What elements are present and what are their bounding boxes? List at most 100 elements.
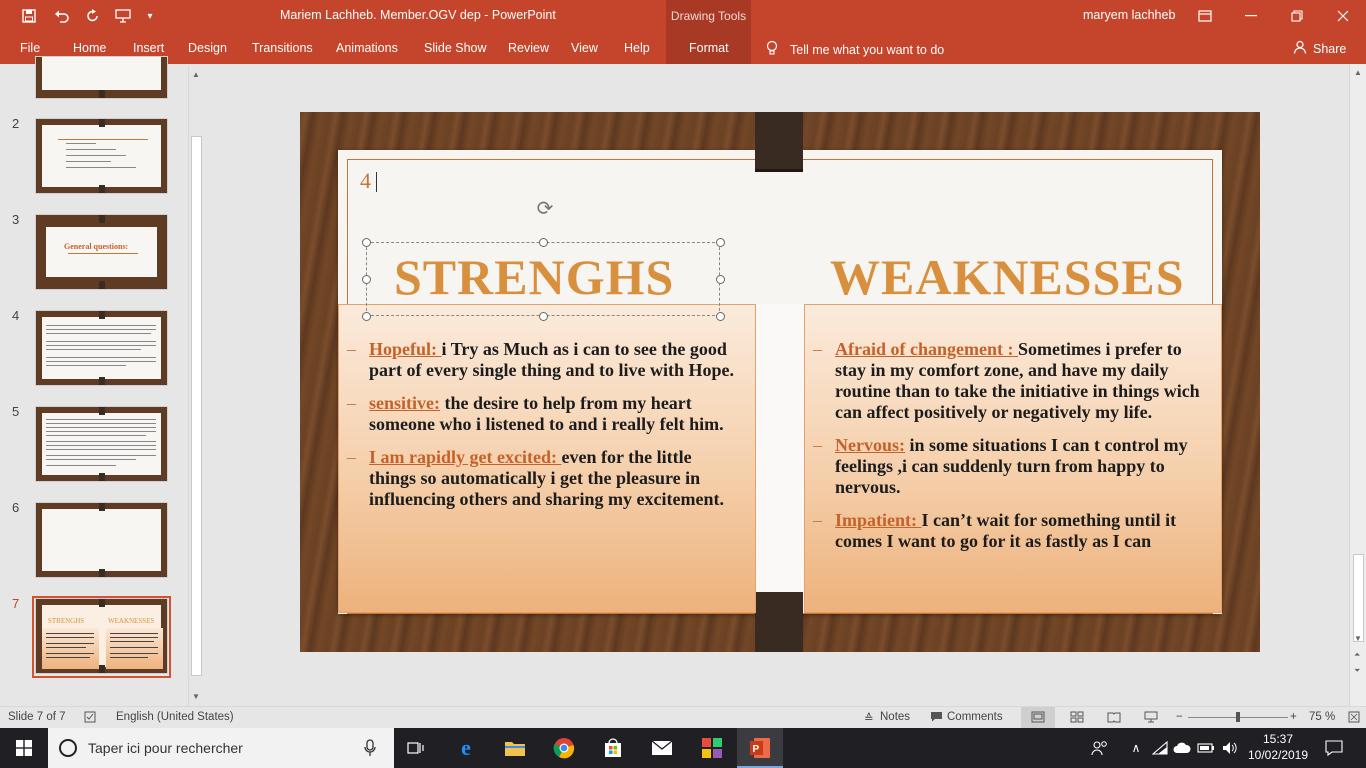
tab-home[interactable]: Home — [73, 41, 106, 55]
action-center-icon[interactable] — [1320, 734, 1348, 762]
thumbnail-scrollbar-thumb[interactable] — [191, 136, 202, 676]
slide-number[interactable]: 4 — [360, 168, 371, 194]
windows-start-icon[interactable] — [0, 728, 48, 768]
notes-icon[interactable]: ≙ — [864, 711, 874, 725]
center-divider — [756, 304, 804, 592]
volume-icon[interactable] — [1216, 734, 1244, 762]
comments-button[interactable]: Comments — [947, 711, 1003, 723]
thumbnail-slide-2[interactable] — [35, 118, 168, 194]
internet-explorer-icon[interactable]: e — [452, 734, 480, 762]
weaknesses-content-box[interactable]: – Afraid of changement : Sometimes i pref… — [804, 304, 1222, 613]
share-button[interactable]: Share — [1293, 40, 1346, 57]
tab-help[interactable]: Help — [624, 41, 650, 55]
file-explorer-icon[interactable] — [501, 734, 529, 762]
drawing-tools-label: Drawing Tools — [666, 0, 751, 32]
list-item: – Hopeful: i Try as Much as i can to see … — [347, 339, 734, 380]
thumbnail-slide-4[interactable] — [35, 310, 168, 386]
strengths-heading[interactable]: STRENGHS — [394, 248, 674, 306]
notes-button[interactable]: Notes — [880, 711, 910, 723]
zoom-level[interactable]: 75 % — [1309, 711, 1335, 723]
spell-check-icon[interactable] — [84, 711, 98, 726]
office-app-icon[interactable] — [698, 734, 726, 762]
tab-format[interactable]: Format — [689, 41, 729, 55]
thumbnail-scrollbar[interactable]: ▲ ▼ — [188, 66, 204, 706]
system-clock[interactable]: 15:37 10/02/2019 — [1246, 731, 1310, 763]
strengths-content-box[interactable]: – Hopeful: i Try as Much as i can to see … — [338, 304, 756, 613]
slide-canvas[interactable]: 4 STRENGHS WEAKNESSES – Hopeful: i Try as… — [300, 112, 1260, 652]
taskbar-search-box[interactable]: Taper ici pour rechercher — [48, 728, 394, 768]
tell-me-text: Tell me what you want to do — [790, 42, 945, 57]
zoom-out-icon[interactable]: − — [1176, 711, 1183, 723]
scroll-down-icon[interactable]: ▼ — [192, 692, 200, 701]
save-icon[interactable] — [18, 6, 40, 26]
user-name[interactable]: maryem lachheb — [1083, 8, 1175, 22]
tab-animations[interactable]: Animations — [336, 41, 398, 55]
normal-view-icon[interactable] — [1031, 711, 1045, 726]
status-bar: Slide 7 of 7 English (United States) ≙ N… — [0, 706, 1366, 728]
list-item: – sensitive: the desire to help from my h… — [347, 393, 724, 434]
reading-view-icon[interactable] — [1107, 711, 1121, 726]
powerpoint-window: ▾ Mariem Lachheb. Member.OGV dep - Power… — [0, 0, 1366, 768]
previous-slide-icon[interactable]: ⏶ — [1354, 650, 1360, 660]
scroll-up-icon[interactable]: ▲ — [192, 70, 200, 79]
weaknesses-heading[interactable]: WEAKNESSES — [830, 248, 1185, 306]
customize-qat-icon[interactable]: ▾ — [142, 6, 158, 26]
windows-taskbar: Taper ici pour rechercher e P ∧ 15:37 10… — [0, 728, 1366, 768]
mail-icon[interactable] — [648, 734, 676, 762]
tab-view[interactable]: View — [571, 41, 598, 55]
fit-slide-icon[interactable] — [1348, 711, 1360, 726]
clock-time: 15:37 — [1262, 732, 1294, 746]
tab-file[interactable]: File — [20, 41, 40, 55]
store-icon[interactable] — [599, 734, 627, 762]
thumbnail-slide-3[interactable]: General questions: — [35, 214, 168, 290]
scroll-down-icon[interactable]: ▼ — [1354, 634, 1362, 643]
svg-text:P: P — [753, 744, 760, 755]
lightbulb-icon — [766, 40, 778, 59]
tab-insert[interactable]: Insert — [133, 41, 164, 55]
clock-date: 10/02/2019 — [1247, 748, 1309, 762]
restore-icon[interactable] — [1274, 0, 1320, 32]
share-label: Share — [1313, 41, 1347, 56]
slide-counter: Slide 7 of 7 — [8, 711, 66, 723]
redo-icon[interactable] — [84, 6, 102, 26]
zoom-slider[interactable] — [1188, 712, 1288, 722]
tab-design[interactable]: Design — [188, 41, 227, 55]
thumbnail-number-selected: 7 — [12, 596, 20, 611]
close-icon[interactable] — [1320, 0, 1366, 32]
slide-scrollbar[interactable]: ▲ ▼ ⏶ ⏷ — [1349, 64, 1366, 706]
minimize-icon[interactable] — [1228, 0, 1274, 32]
tell-me-box[interactable]: Tell me what you want to do — [766, 40, 944, 59]
thumbnail-number: 5 — [12, 404, 20, 419]
powerpoint-taskbar-icon[interactable]: P — [746, 734, 774, 762]
chrome-icon[interactable] — [550, 734, 578, 762]
slide-show-icon[interactable] — [1144, 711, 1158, 726]
title-bar: ▾ Mariem Lachheb. Member.OGV dep - Power… — [0, 0, 1366, 32]
comments-icon[interactable] — [930, 711, 943, 725]
thumbnail-slide-5[interactable] — [35, 406, 168, 482]
present-from-start-icon[interactable] — [112, 6, 134, 26]
people-icon[interactable] — [1086, 734, 1114, 762]
rotate-handle-icon[interactable]: ⟳ — [534, 198, 556, 220]
slide-sorter-icon[interactable] — [1070, 711, 1084, 726]
ribbon-display-options-icon[interactable] — [1182, 0, 1228, 32]
weaknesses-list: – Afraid of changement : Sometimes i pref… — [813, 339, 1213, 564]
next-slide-icon[interactable]: ⏷ — [1354, 666, 1360, 676]
task-view-icon[interactable] — [402, 734, 430, 762]
zoom-slider-knob[interactable] — [1236, 712, 1240, 722]
tab-review[interactable]: Review — [508, 41, 549, 55]
thumbnail-title: General questions: — [64, 242, 129, 251]
slide-scrollbar-thumb[interactable] — [1353, 554, 1364, 642]
thumbnail-number: 4 — [12, 308, 20, 323]
thumbnail-slide-1[interactable] — [35, 56, 168, 99]
thumbnail-number: 2 — [12, 116, 20, 131]
undo-icon[interactable] — [48, 6, 76, 26]
language-indicator[interactable]: English (United States) — [116, 711, 234, 723]
zoom-in-icon[interactable]: + — [1290, 711, 1297, 723]
tab-slide-show[interactable]: Slide Show — [424, 41, 487, 55]
microphone-icon[interactable] — [364, 739, 376, 760]
tab-transitions[interactable]: Transitions — [252, 41, 313, 55]
strengths-list: – Hopeful: i Try as Much as i can to see … — [347, 339, 741, 522]
search-placeholder: Taper ici pour rechercher — [88, 740, 243, 756]
scroll-up-icon[interactable]: ▲ — [1354, 68, 1362, 77]
thumbnail-slide-6[interactable] — [35, 502, 168, 578]
